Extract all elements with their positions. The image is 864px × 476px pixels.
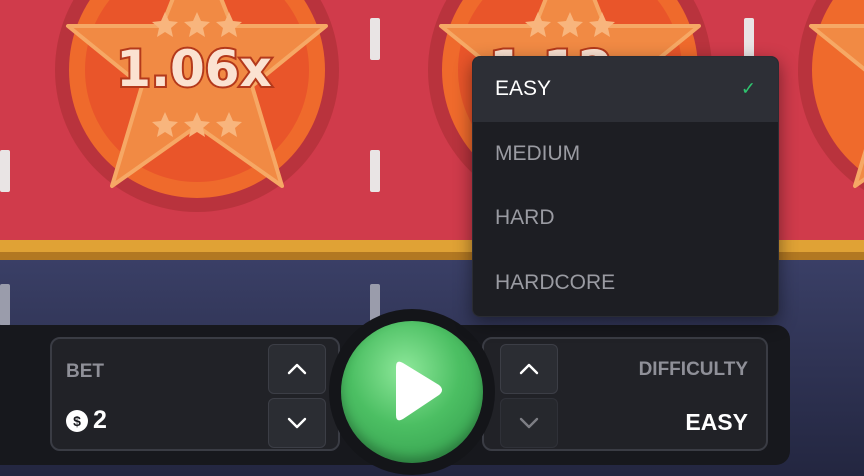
bet-increase-button[interactable]: [268, 344, 326, 394]
difficulty-panel[interactable]: DIFFICULTY EASY: [482, 337, 768, 451]
lane-marker: [0, 284, 10, 326]
bet-panel: BET $ 2: [50, 337, 340, 451]
play-icon: [396, 361, 442, 421]
difficulty-up-button[interactable]: [500, 344, 558, 394]
difficulty-option-label: MEDIUM: [495, 141, 581, 165]
difficulty-down-button[interactable]: [500, 398, 558, 448]
chevron-down-icon: [287, 417, 307, 429]
difficulty-option-label: HARDCORE: [495, 270, 616, 294]
bet-label: BET: [66, 361, 104, 382]
multiplier-tile[interactable]: [798, 0, 864, 212]
bet-decrease-button[interactable]: [268, 398, 326, 448]
difficulty-option-easy[interactable]: EASY ✓: [473, 57, 778, 122]
difficulty-option-hardcore[interactable]: HARDCORE: [473, 251, 778, 316]
difficulty-option-label: EASY: [495, 77, 552, 101]
difficulty-label: DIFFICULTY: [638, 359, 748, 380]
multiplier-value: 1.06x: [116, 40, 272, 98]
play-button[interactable]: [341, 321, 483, 463]
difficulty-value[interactable]: EASY: [685, 409, 748, 436]
difficulty-dropdown: EASY ✓ MEDIUM HARD HARDCORE: [472, 56, 779, 317]
difficulty-option-label: HARD: [495, 206, 555, 230]
difficulty-option-hard[interactable]: HARD: [473, 186, 778, 251]
chevron-up-icon: [519, 363, 539, 375]
difficulty-option-medium[interactable]: MEDIUM: [473, 122, 778, 187]
chevron-down-icon: [519, 417, 539, 429]
chevron-up-icon: [287, 363, 307, 375]
bet-amount[interactable]: 2: [93, 406, 107, 435]
dollar-coin-icon: $: [66, 410, 88, 432]
multiplier-tile[interactable]: 1.06x: [55, 0, 339, 212]
check-icon: ✓: [740, 78, 756, 99]
